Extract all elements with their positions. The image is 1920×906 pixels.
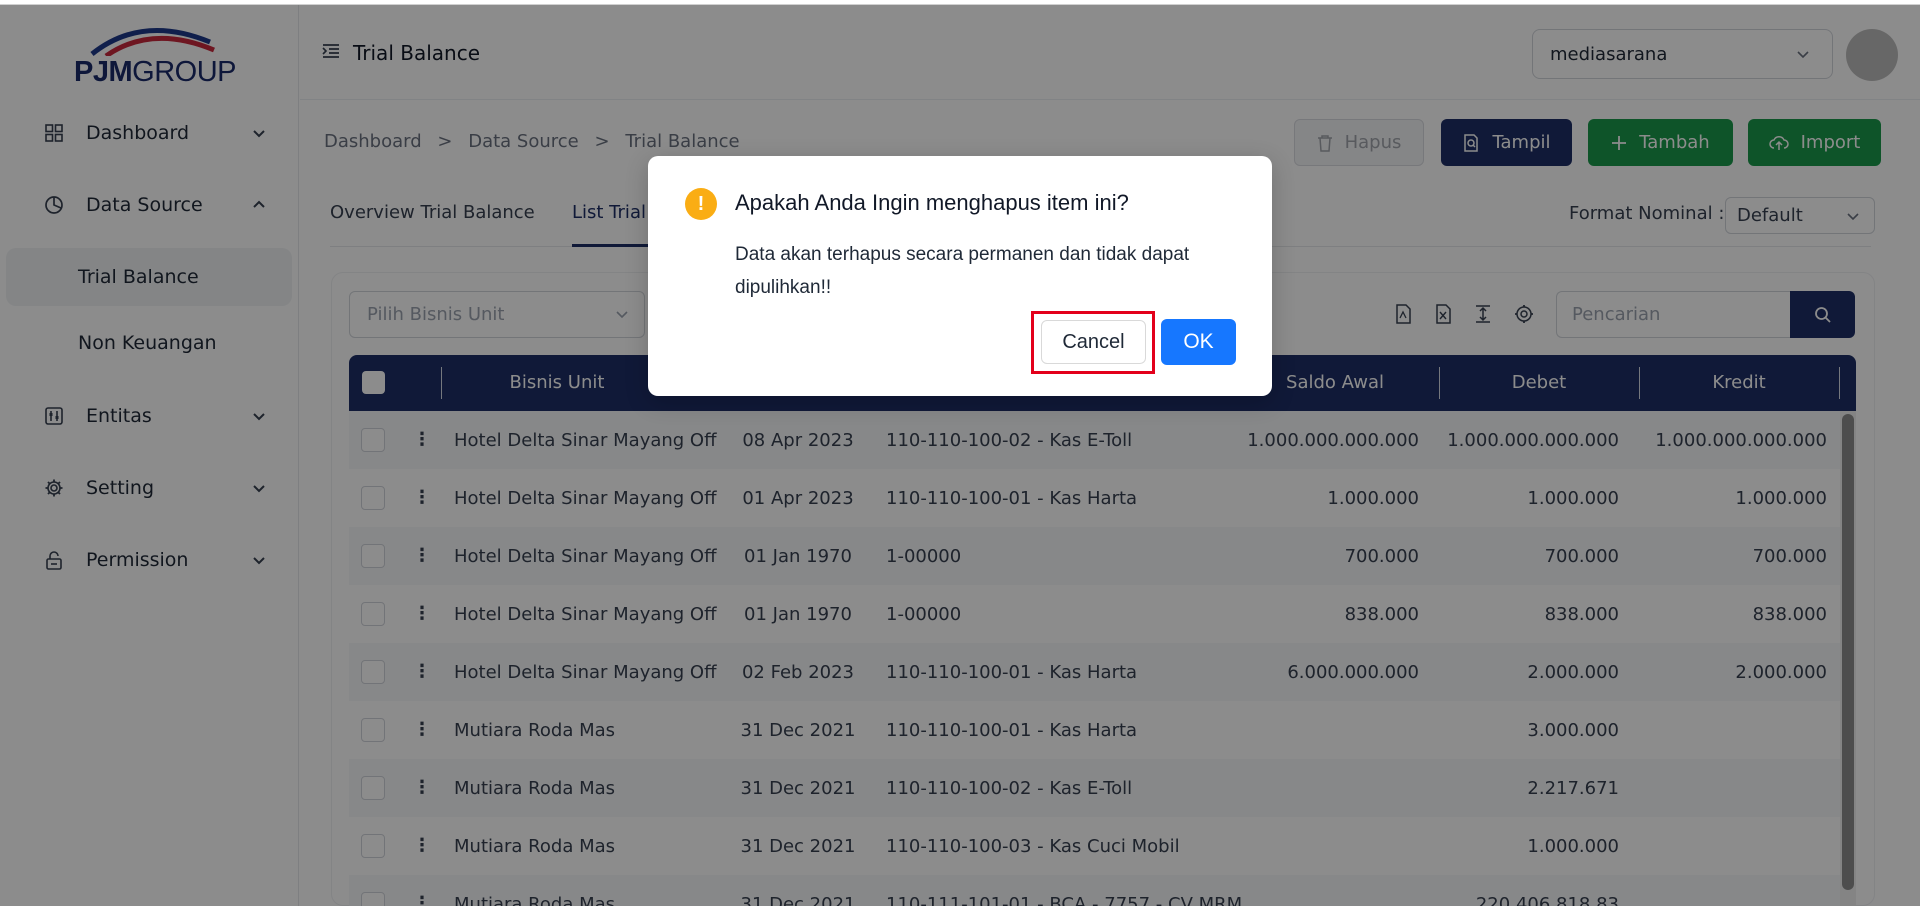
dialog-title: Apakah Anda Ingin menghapus item ini?: [735, 190, 1129, 215]
delete-confirm-dialog: ! Apakah Anda Ingin menghapus item ini? …: [648, 156, 1272, 396]
cancel-button[interactable]: Cancel: [1041, 320, 1146, 364]
modal-overlay[interactable]: [0, 5, 1920, 906]
warning-icon: !: [685, 188, 717, 220]
dialog-message: Data akan terhapus secara permanen dan t…: [735, 244, 1190, 298]
ok-button[interactable]: OK: [1161, 319, 1236, 365]
